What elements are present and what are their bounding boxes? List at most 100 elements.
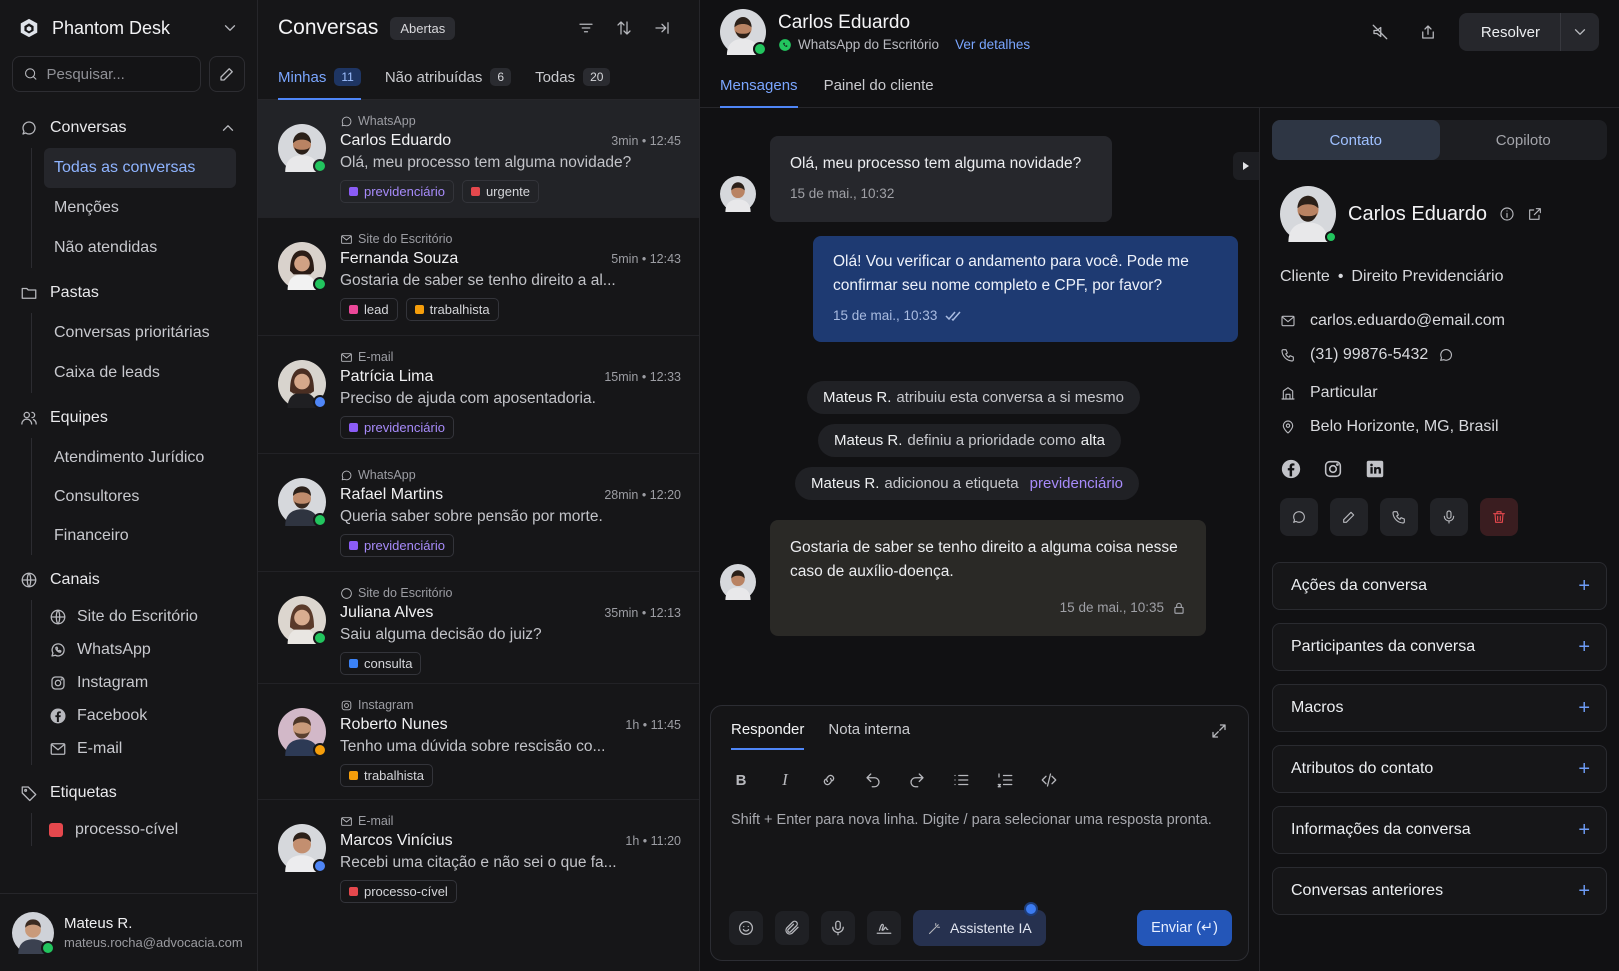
linkedin-icon[interactable]	[1364, 458, 1386, 480]
activity-label-value[interactable]: previdenciário	[1030, 475, 1123, 492]
tag-badge[interactable]: trabalhista	[340, 764, 433, 787]
new-message-button[interactable]	[1280, 498, 1318, 536]
nav-item-conversas-prioritarias[interactable]: Conversas prioritárias	[44, 313, 257, 353]
tag-badge[interactable]: processo-cível	[340, 880, 457, 903]
current-user[interactable]: Mateus R. mateus.rocha@advocacia.com	[0, 893, 257, 971]
redo-icon[interactable]	[907, 770, 927, 790]
attach-button[interactable]	[775, 911, 809, 945]
accordion-participantes[interactable]: Participantes da conversa +	[1272, 623, 1607, 671]
facebook-icon[interactable]	[1280, 458, 1302, 480]
whatsapp-icon[interactable]	[1438, 347, 1454, 363]
tab-todas[interactable]: Todas 20	[535, 56, 611, 100]
nav-item-nao-atendidas[interactable]: Não atendidas	[44, 228, 257, 268]
tab-copiloto[interactable]: Copiloto	[1440, 120, 1608, 160]
voice-button[interactable]	[1430, 498, 1468, 536]
mute-button[interactable]	[1363, 15, 1397, 49]
tag-badge[interactable]: trabalhista	[405, 298, 499, 321]
external-link-icon[interactable]	[1527, 206, 1543, 222]
contact-phone-row[interactable]: (31) 99876-5432	[1272, 338, 1607, 372]
bold-icon[interactable]: B	[731, 770, 751, 790]
nav-item-financeiro[interactable]: Financeiro	[44, 516, 257, 555]
channel-email[interactable]: E-mail	[46, 732, 257, 765]
search-box[interactable]	[12, 56, 201, 92]
incoming-message[interactable]: Gostaria de saber se tenho direito a alg…	[770, 520, 1206, 636]
tab-nota-interna[interactable]: Nota interna	[828, 721, 910, 750]
nav-section-pastas[interactable]: Pastas	[0, 273, 257, 313]
ai-assistant-button[interactable]: Assistente IA	[913, 902, 1046, 946]
chevron-down-icon[interactable]	[221, 19, 239, 37]
call-button[interactable]	[1380, 498, 1418, 536]
emoji-button[interactable]	[729, 911, 763, 945]
conversation-item[interactable]: Instagram Roberto Nunes 1h • 11:45 Tenho …	[258, 684, 699, 800]
filter-button[interactable]	[569, 11, 603, 45]
tag-badge[interactable]: consulta	[340, 652, 422, 675]
tab-painel-cliente[interactable]: Painel do cliente	[824, 64, 934, 108]
channel-whatsapp[interactable]: WhatsApp	[46, 633, 257, 666]
brand[interactable]: Phantom Desk	[0, 0, 257, 56]
conversation-item[interactable]: WhatsApp Carlos Eduardo 3min • 12:45 Olá,…	[258, 100, 699, 218]
accordion-conversas-anteriores[interactable]: Conversas anteriores +	[1272, 867, 1607, 915]
edit-contact-button[interactable]	[1330, 498, 1368, 536]
instagram-icon[interactable]	[1322, 458, 1344, 480]
resolve-split-button[interactable]: Resolver	[1458, 13, 1599, 51]
nav-section-etiquetas[interactable]: Etiquetas	[0, 773, 257, 813]
search-input[interactable]	[46, 65, 190, 83]
italic-icon[interactable]: I	[775, 770, 795, 790]
tab-mensagens[interactable]: Mensagens	[720, 64, 798, 108]
tag-badge[interactable]: lead	[340, 298, 398, 321]
channel-instagram[interactable]: Instagram	[46, 666, 257, 699]
accordion-acoes-conversa[interactable]: Ações da conversa +	[1272, 562, 1607, 610]
tag-badge[interactable]: previdenciário	[340, 416, 454, 439]
accordion-atributos-contato[interactable]: Atributos do contato +	[1272, 745, 1607, 793]
send-button[interactable]: Enviar (↵)	[1137, 910, 1232, 946]
conversation-item[interactable]: E-mail Patrícia Lima 15min • 12:33 Precis…	[258, 336, 699, 454]
compose-button[interactable]	[209, 56, 245, 92]
incoming-message[interactable]: Olá, meu processo tem alguma novidade? 1…	[770, 136, 1112, 222]
reply-input[interactable]: Shift + Enter para nova linha. Digite / …	[711, 812, 1248, 828]
share-button[interactable]	[1411, 15, 1445, 49]
conversation-item[interactable]: E-mail Marcos Vinícius 1h • 11:20 Recebi …	[258, 800, 699, 926]
numbered-list-icon[interactable]	[995, 770, 1015, 790]
undo-icon[interactable]	[863, 770, 883, 790]
delete-contact-button[interactable]	[1480, 498, 1518, 536]
toggle-side-panel-button[interactable]	[1233, 152, 1259, 180]
conversation-item[interactable]: Site do Escritório Juliana Alves 35min • …	[258, 572, 699, 684]
collapse-panel-button[interactable]	[645, 11, 679, 45]
signature-button[interactable]	[867, 911, 901, 945]
tab-responder[interactable]: Responder	[731, 721, 805, 750]
nav-item-todas-conversas[interactable]: Todas as conversas	[44, 148, 236, 188]
conversation-item[interactable]: Site do Escritório Fernanda Souza 5min • …	[258, 218, 699, 336]
expand-button[interactable]	[1210, 722, 1228, 750]
tab-contato[interactable]: Contato	[1272, 120, 1440, 160]
info-icon[interactable]	[1499, 206, 1515, 222]
nav-item-consultores[interactable]: Consultores	[44, 477, 257, 516]
conversation-item[interactable]: WhatsApp Rafael Martins 28min • 12:20 Que…	[258, 454, 699, 572]
channel-facebook[interactable]: Facebook	[46, 699, 257, 732]
accordion-macros[interactable]: Macros +	[1272, 684, 1607, 732]
nav-section-conversas[interactable]: Conversas	[0, 108, 257, 148]
tag-badge[interactable]: previdenciário	[340, 534, 454, 557]
tab-minhas[interactable]: Minhas 11	[278, 56, 361, 100]
resolve-options-button[interactable]	[1561, 23, 1599, 41]
resolve-button[interactable]: Resolver	[1459, 13, 1561, 51]
code-icon[interactable]	[1039, 770, 1059, 790]
contact-email-row[interactable]: carlos.eduardo@email.com	[1272, 304, 1607, 338]
sort-button[interactable]	[607, 11, 641, 45]
nav-item-mencoes[interactable]: Menções	[44, 188, 257, 228]
link-icon[interactable]	[819, 770, 839, 790]
label-processo-civel[interactable]: processo-cível	[46, 813, 257, 846]
outgoing-message[interactable]: Olá! Vou verificar o andamento para você…	[813, 236, 1238, 342]
status-filter-pill[interactable]: Abertas	[390, 16, 456, 40]
tag-badge[interactable]: previdenciário	[340, 180, 454, 203]
nav-section-equipes[interactable]: Equipes	[0, 398, 257, 438]
nav-item-caixa-leads[interactable]: Caixa de leads	[44, 353, 257, 393]
accordion-informacoes-conversa[interactable]: Informações da conversa +	[1272, 806, 1607, 854]
channel-site[interactable]: Site do Escritório	[46, 600, 257, 633]
bullet-list-icon[interactable]	[951, 770, 971, 790]
nav-item-atendimento-juridico[interactable]: Atendimento Jurídico	[44, 438, 257, 477]
audio-button[interactable]	[821, 911, 855, 945]
chevron-up-icon[interactable]	[219, 119, 237, 137]
tab-nao-atribuidas[interactable]: Não atribuídas 6	[385, 56, 512, 100]
view-details-link[interactable]: Ver detalhes	[955, 37, 1030, 52]
tag-badge[interactable]: urgente	[461, 180, 540, 203]
